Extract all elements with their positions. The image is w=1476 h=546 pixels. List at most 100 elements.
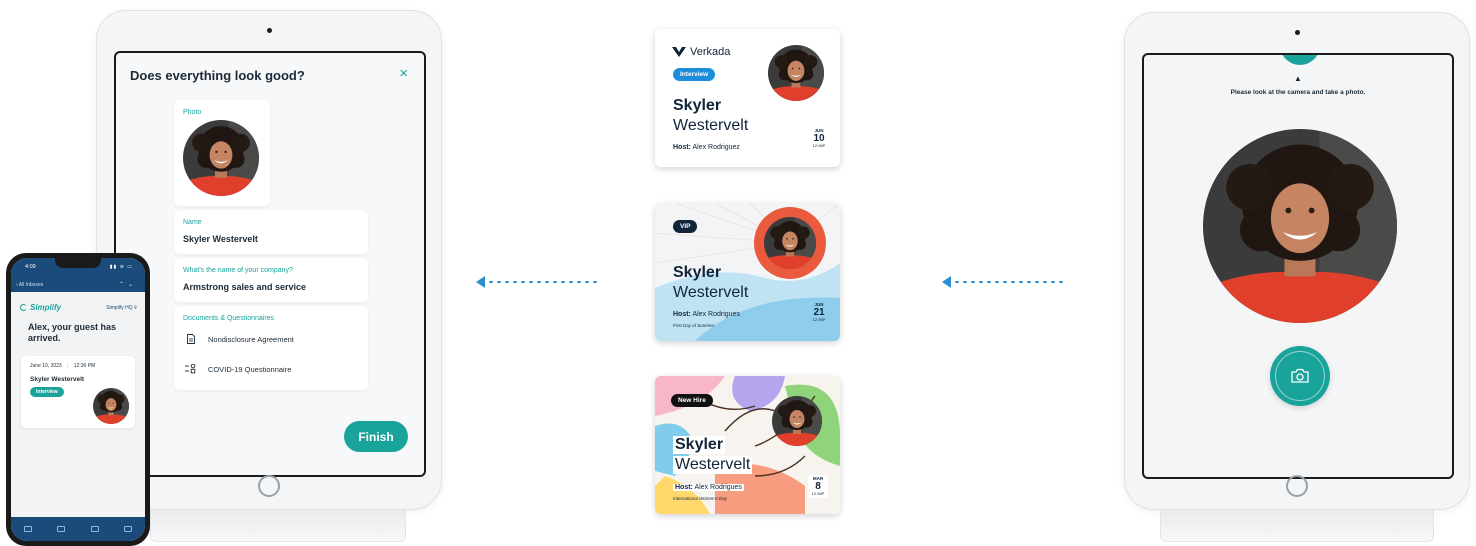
checklist-icon	[184, 364, 198, 374]
badge-first-name: Skyler	[673, 436, 726, 454]
document-icon	[184, 334, 198, 344]
phone-time: 4:09	[25, 264, 36, 270]
verkada-logo-text: Verkada	[690, 46, 731, 58]
badge-tag: VIP	[673, 220, 698, 233]
arrival-message: Alex, your guest has arrived.	[28, 322, 117, 343]
toolbar-icon[interactable]	[23, 526, 32, 532]
verkada-logo-icon	[672, 47, 686, 57]
toolbar-icon[interactable]	[57, 526, 66, 532]
name-card[interactable]: Name Skyler Westervelt	[174, 210, 368, 254]
left-flow-arrow	[476, 276, 603, 288]
location-pin-icon: ⌾	[133, 305, 137, 311]
back-link[interactable]: ‹ All Inboxes	[16, 282, 43, 288]
camera-icon	[1291, 368, 1309, 383]
name-label: Name	[183, 219, 202, 226]
badge-first-name: Skyler	[673, 97, 722, 114]
phone-notch	[55, 258, 101, 268]
visit-date: June 10, 2023	[30, 363, 62, 369]
location-label: Simplify HQ ⌾	[106, 305, 137, 311]
interview-tag: Interview	[30, 387, 64, 397]
badge-caption: International Women's Day	[673, 496, 727, 501]
document-label: Nondisclosure Agreement	[208, 334, 294, 344]
badge-host: Host: Alex Rodrigues	[673, 311, 740, 318]
badge-tag: New Hire	[671, 394, 713, 407]
badge-date: JUN 21 12:36P	[809, 302, 829, 322]
finish-button[interactable]: Finish	[344, 421, 408, 452]
company-label: What's the name of your company?	[183, 267, 293, 274]
badge-caption: First Day of Summer	[673, 323, 715, 328]
document-row-nda[interactable]: Nondisclosure Agreement	[184, 334, 294, 344]
location-text: Simplify HQ	[106, 305, 133, 311]
back-label: All Inboxes	[18, 282, 44, 288]
badge-day: 21	[813, 306, 825, 318]
visit-time: 12:36 PM	[73, 363, 96, 369]
brand-name: Simplify	[30, 303, 62, 312]
badge-vip: VIP Skyler Westervelt Host: Alex Rodrigu…	[655, 203, 840, 341]
badge-photo	[768, 45, 824, 101]
badge-date: JUN 10 12:36P	[809, 128, 829, 148]
phone-toolbar	[11, 517, 145, 541]
badge-host: Host: Alex Rodrigues	[673, 484, 744, 491]
badge-photo	[772, 396, 822, 446]
home-button[interactable]	[1286, 475, 1308, 497]
photo-label: Photo	[183, 109, 202, 116]
host-name: Alex Rodrigues	[694, 484, 742, 491]
capture-button[interactable]	[1270, 346, 1330, 406]
badge-day: 8	[815, 480, 821, 492]
right-ipad: ▲ Please look at the camera and take a p…	[1124, 12, 1470, 510]
guest-avatar	[93, 388, 129, 424]
toolbar-icon[interactable]	[124, 526, 133, 532]
brand-logo: Simplify	[20, 303, 61, 312]
guest-photo	[183, 120, 259, 196]
photo-card[interactable]: Photo	[174, 100, 270, 206]
phone-screen: 4:09 ▮▮ ≋ ▭ ‹ All Inboxes ⌃⌄ Simplify Si…	[11, 258, 145, 541]
badge-last-name: Westervelt	[673, 117, 749, 134]
left-ipad-screen: Does everything look good? × Photo Name …	[114, 51, 426, 477]
right-ipad-screen: ▲ Please look at the camera and take a p…	[1142, 53, 1454, 479]
chevron-icons[interactable]: ⌃⌄	[119, 281, 137, 288]
guest-name: Skyler Westervelt	[30, 376, 85, 383]
right-flow-arrow	[942, 276, 1069, 288]
name-value: Skyler Westervelt	[183, 234, 258, 244]
verkada-logo: Verkada	[672, 46, 730, 58]
host-name: Alex Rodriguez	[692, 144, 740, 151]
badge-new-hire: New Hire Skyler Westervelt Host: Alex Ro…	[655, 376, 840, 514]
company-card[interactable]: What's the name of your company? Armstro…	[174, 258, 368, 302]
host-name: Alex Rodrigues	[692, 311, 740, 318]
guest-card[interactable]: June 10, 2023 | 12:36 PM Skyler Westerve…	[21, 356, 135, 428]
host-prefix: Host:	[675, 484, 693, 491]
photo-instruction: Please look at the camera and take a pho…	[1230, 89, 1366, 96]
badge-date: MAR 8 12:36P	[808, 475, 828, 498]
badge-last-name: Westervelt	[673, 456, 753, 474]
badge-time: 12:36P	[812, 316, 826, 322]
host-prefix: Host:	[673, 311, 691, 318]
document-label: COVID-19 Questionnaire	[208, 364, 292, 374]
signal-icon: ▮▮ ≋ ▭	[109, 264, 133, 270]
left-ipad-stand	[150, 510, 406, 542]
document-row-covid[interactable]: COVID-19 Questionnaire	[184, 364, 291, 374]
badge-time: 12:36P	[812, 142, 826, 148]
badge-time: 12:36P	[811, 490, 825, 496]
badge-tag: Interview	[673, 68, 716, 81]
host-prefix: Host:	[673, 144, 691, 151]
right-ipad-stand	[1160, 510, 1434, 542]
front-camera	[1294, 30, 1300, 35]
dialog-title: Does everything look good?	[130, 68, 305, 83]
badge-host: Host: Alex Rodriguez	[673, 144, 740, 151]
phone-nav-bar: ‹ All Inboxes ⌃⌄	[11, 280, 145, 292]
badge-last-name: Westervelt	[673, 284, 749, 301]
company-value: Armstrong sales and service	[183, 282, 307, 292]
close-icon[interactable]: ×	[399, 65, 408, 82]
badge-first-name: Skyler	[673, 264, 722, 281]
front-camera	[266, 28, 272, 33]
camera-indicator	[1280, 55, 1320, 65]
documents-card: Documents & Questionnaires Nondisclosure…	[174, 306, 368, 390]
camera-preview	[1203, 129, 1397, 323]
toolbar-icon[interactable]	[90, 526, 99, 532]
visit-datetime: June 10, 2023 | 12:36 PM	[30, 363, 96, 369]
badge-day: 10	[813, 132, 825, 144]
home-button[interactable]	[258, 475, 280, 497]
phone: 4:09 ▮▮ ≋ ▭ ‹ All Inboxes ⌃⌄ Simplify Si…	[6, 253, 150, 546]
documents-label: Documents & Questionnaires	[183, 315, 275, 322]
logo-icon	[20, 304, 27, 311]
